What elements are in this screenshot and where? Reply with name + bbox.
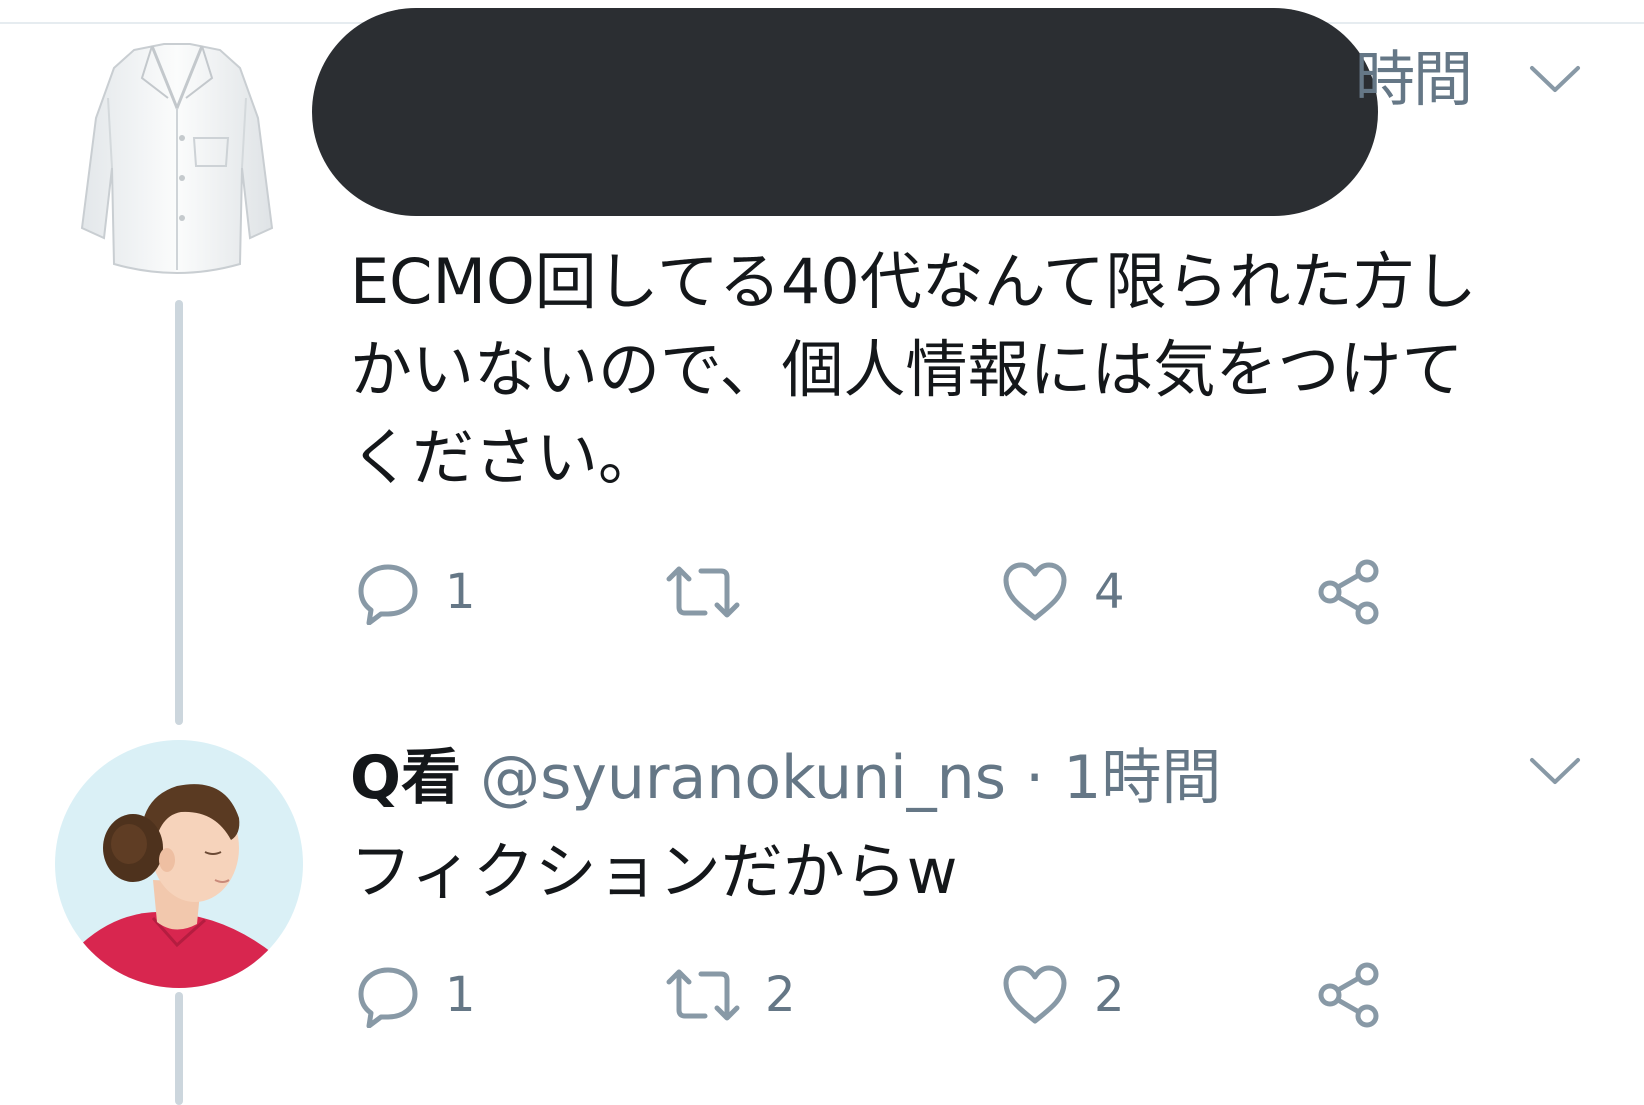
retweet-icon xyxy=(666,566,740,618)
thread-line xyxy=(175,300,183,725)
reply-button[interactable]: 1 xyxy=(355,552,476,632)
retweet-icon xyxy=(666,969,740,1021)
tweet-text-line: ください。 xyxy=(350,421,661,494)
tweet-time[interactable]: 1時間 xyxy=(1063,743,1221,813)
tweet-actions: 1 2 2 xyxy=(355,955,1455,1035)
chevron-down-icon[interactable] xyxy=(1528,62,1582,96)
heart-icon xyxy=(1003,965,1067,1024)
like-count: 2 xyxy=(1094,967,1125,1023)
tweet-text-line: かいないので、個人情報には気をつけて xyxy=(350,333,1464,406)
retweet-button[interactable] xyxy=(665,552,765,632)
like-button[interactable]: 2 xyxy=(1000,955,1125,1035)
share-button[interactable] xyxy=(1315,552,1385,632)
reply-icon xyxy=(358,967,418,1028)
share-button[interactable] xyxy=(1315,955,1385,1035)
separator-dot: · xyxy=(1025,743,1045,813)
share-icon xyxy=(1318,559,1379,625)
avatar-white-coat[interactable] xyxy=(72,38,282,288)
tweet-text-line: ECMO回してる40代なんて限られた方し xyxy=(350,245,1477,318)
reply-count: 1 xyxy=(445,564,476,620)
redacted-user-info xyxy=(312,8,1378,216)
user-handle[interactable]: @syuranokuni_ns xyxy=(480,743,1006,813)
retweet-count: 2 xyxy=(765,967,796,1023)
like-count: 4 xyxy=(1094,564,1125,620)
reply-button[interactable]: 1 xyxy=(355,955,476,1035)
reply-count: 1 xyxy=(445,967,476,1023)
share-icon xyxy=(1318,962,1379,1028)
reply-icon xyxy=(358,564,418,625)
thread-line xyxy=(175,992,183,1105)
tweet-text: ECMO回してる40代なんて限られた方し かいないので、個人情報には気をつけて … xyxy=(350,238,1610,502)
avatar-nurse[interactable] xyxy=(55,740,303,988)
retweet-button[interactable]: 2 xyxy=(665,955,796,1035)
tweet-header: Q看 @syuranokuni_ns · 1時間 xyxy=(350,738,1221,818)
heart-icon xyxy=(1003,562,1067,621)
tweet-actions: 1 4 xyxy=(355,552,1455,632)
tweet-time[interactable]: 時間 xyxy=(1355,40,1473,120)
chevron-down-icon[interactable] xyxy=(1528,754,1582,788)
display-name[interactable]: Q看 xyxy=(350,743,461,813)
tweet-text: フィクションだからw xyxy=(350,835,958,908)
like-button[interactable]: 4 xyxy=(1000,552,1125,632)
